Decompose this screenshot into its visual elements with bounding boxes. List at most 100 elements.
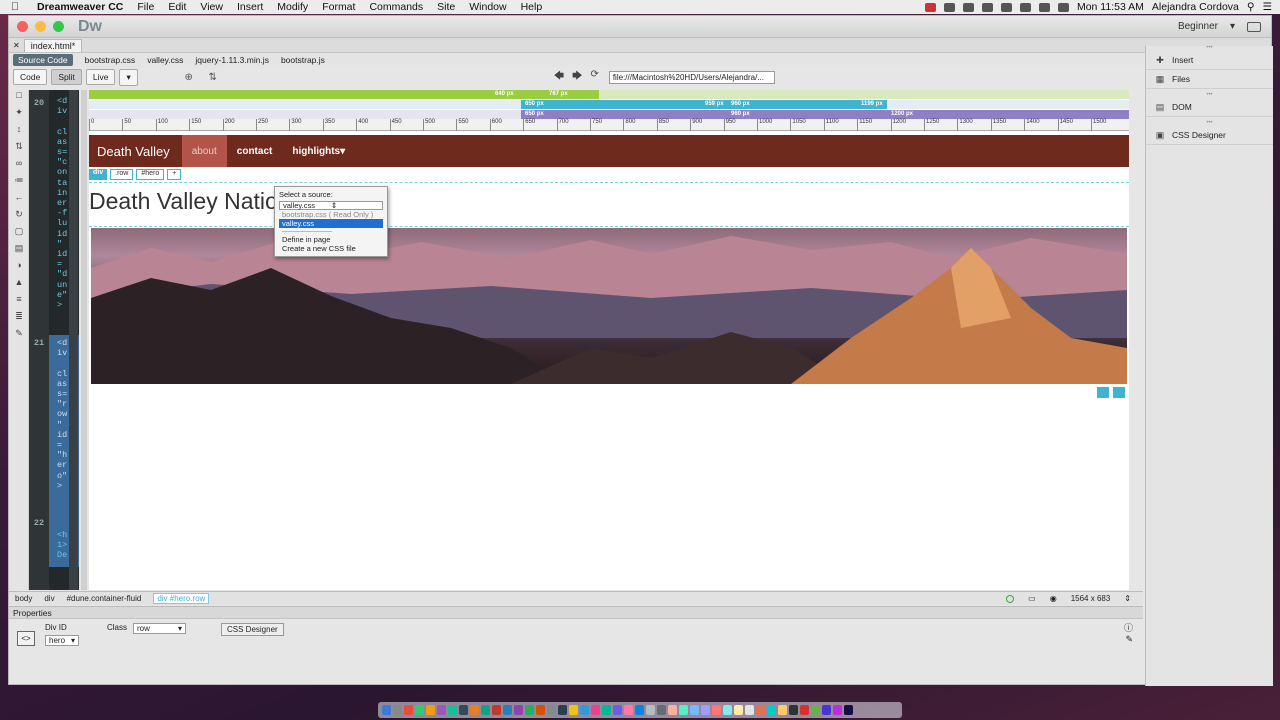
menubar-clock[interactable]: Mon 11:53 AM [1077, 1, 1144, 13]
dock-app-icon[interactable] [789, 705, 798, 715]
line-numbers-icon[interactable]: ≔ [9, 175, 29, 192]
balance-braces-icon[interactable]: ∞ [9, 158, 29, 175]
url-field[interactable]: file:///Macintosh%20HD/Users/Alejandra/.… [608, 70, 775, 84]
dock-app-icon[interactable] [437, 705, 446, 715]
dock-app-icon[interactable] [470, 705, 479, 715]
dock-app-icon[interactable] [679, 705, 688, 715]
design-view[interactable]: 640 px 767 px 650 px 959 px 960 px 1199 … [89, 90, 1129, 590]
menu-modify[interactable]: Modify [270, 1, 315, 13]
inspect-icon[interactable]: ⊕ [182, 72, 196, 83]
option-valley-css[interactable]: valley.css [279, 219, 383, 228]
menu-app-name[interactable]: Dreamweaver CC [30, 1, 130, 13]
dock-app-icon[interactable] [503, 705, 512, 715]
live-view-button[interactable]: Live [85, 69, 116, 85]
site-brand[interactable]: Death Valley [89, 144, 182, 159]
uncomment-icon[interactable]: ▤ [9, 243, 29, 260]
spotlight-search-icon[interactable]: ⚲ [1247, 1, 1255, 13]
highlight-icon[interactable]: ← [9, 192, 29, 209]
tray-app-icon[interactable] [981, 2, 993, 12]
nav-about[interactable]: about [181, 135, 227, 167]
option-bootstrap-css[interactable]: bootstrap.css ( Read Only ) [279, 210, 383, 219]
menu-site[interactable]: Site [430, 1, 462, 13]
dock-app-icon[interactable] [382, 705, 391, 715]
split-view-button[interactable]: Split [51, 69, 82, 85]
dock-app-icon[interactable] [778, 705, 787, 715]
split-divider[interactable] [81, 90, 87, 590]
dock-app-icon[interactable] [690, 705, 699, 715]
dock-app-icon[interactable] [569, 705, 578, 715]
dock-app-icon[interactable] [448, 705, 457, 715]
selector-id-chip[interactable]: #hero [136, 169, 165, 180]
edit-rule-icon[interactable]: ✎ [1125, 634, 1133, 645]
dock-app-icon[interactable] [558, 705, 567, 715]
selector-class-chip[interactable]: .row [110, 169, 134, 180]
format-source-icon[interactable]: ✎ [9, 328, 29, 345]
dock-app-icon[interactable] [514, 705, 523, 715]
forward-icon[interactable]: 🡆 [572, 69, 582, 86]
tag-current[interactable]: div #hero.row [153, 593, 210, 604]
workspace-label[interactable]: Beginner [1178, 21, 1218, 32]
dock-app-icon[interactable] [833, 705, 842, 715]
window-size-icon[interactable]: ◉ [1050, 594, 1057, 603]
nav-contact[interactable]: contact [227, 135, 283, 167]
option-new-css-file[interactable]: Create a new CSS file [279, 244, 383, 253]
menu-view[interactable]: View [193, 1, 230, 13]
css-designer-button[interactable]: CSS Designer [221, 623, 284, 636]
battery-icon[interactable] [1057, 2, 1069, 12]
wrap-icon[interactable]: ↻ [9, 209, 29, 226]
panel-dom[interactable]: ▤ DOM [1146, 98, 1273, 117]
dock-app-icon[interactable] [591, 705, 600, 715]
indent-icon[interactable]: ≡ [9, 294, 29, 311]
dock-app-icon[interactable] [811, 705, 820, 715]
dock-app-icon[interactable] [844, 705, 853, 715]
dock-app-icon[interactable] [734, 705, 743, 715]
refresh-design-icon[interactable]: ⇅ [206, 72, 220, 83]
chevron-updown-icon[interactable]: ⇕ [1124, 594, 1131, 603]
dock-app-icon[interactable] [635, 705, 644, 715]
dock-app-icon[interactable] [712, 705, 721, 715]
code-scrollbar[interactable] [69, 90, 78, 590]
close-window-button[interactable] [17, 21, 28, 32]
device-preview-icon[interactable]: ▭ [1028, 594, 1036, 603]
live-view-dropdown[interactable]: ▾ [119, 68, 138, 86]
dock-app-icon[interactable] [646, 705, 655, 715]
no-errors-icon[interactable] [1006, 594, 1015, 603]
outdent-icon[interactable]: ≣ [9, 311, 29, 328]
selector-tag[interactable]: div [89, 169, 108, 180]
panel-files[interactable]: ▦ Files [1146, 70, 1273, 89]
dock-app-icon[interactable] [536, 705, 545, 715]
dock-app-icon[interactable] [404, 705, 413, 715]
record-icon[interactable] [924, 2, 936, 12]
dock-app-icon[interactable] [525, 705, 534, 715]
close-tab-icon[interactable]: ✕ [13, 41, 20, 50]
source-select[interactable]: valley.css ⇕ [279, 201, 383, 210]
dock-app-icon[interactable] [459, 705, 468, 715]
tray-app-icon[interactable] [962, 2, 974, 12]
dock-app-icon[interactable] [426, 705, 435, 715]
panel-insert[interactable]: ✚ Insert [1146, 51, 1273, 70]
comment-icon[interactable]: ▢ [9, 226, 29, 243]
dock-app-icon[interactable] [701, 705, 710, 715]
media-query-650-1199[interactable] [521, 100, 887, 109]
collapse-icon[interactable]: ✦ [9, 107, 29, 124]
hero-handle[interactable] [1096, 386, 1110, 399]
select-parent-icon[interactable]: ⇅ [9, 141, 29, 158]
tray-app-icon[interactable] [943, 2, 955, 12]
minimize-window-button[interactable] [35, 21, 46, 32]
document-tab[interactable]: index.html* [23, 38, 83, 52]
related-file-bootstrap-css[interactable]: bootstrap.css [85, 55, 136, 65]
dock-app-icon[interactable] [668, 705, 677, 715]
dock-app-icon[interactable] [580, 705, 589, 715]
menu-help[interactable]: Help [514, 1, 550, 13]
add-selector-button[interactable]: + [167, 169, 182, 180]
open-documents-icon[interactable]: □ [9, 90, 29, 107]
html-code-icon[interactable]: <> [17, 631, 35, 646]
back-icon[interactable]: 🡄 [554, 69, 564, 86]
related-file-source-code[interactable]: Source Code [13, 54, 73, 66]
menu-insert[interactable]: Insert [230, 1, 270, 13]
dock-app-icon[interactable] [657, 705, 666, 715]
menubar-user[interactable]: Alejandra Cordova [1152, 1, 1239, 13]
dock-app-icon[interactable] [547, 705, 556, 715]
wrap-tag-icon[interactable]: ◑ [9, 260, 29, 277]
related-file-jquery[interactable]: jquery-1.11.3.min.js [195, 55, 269, 65]
